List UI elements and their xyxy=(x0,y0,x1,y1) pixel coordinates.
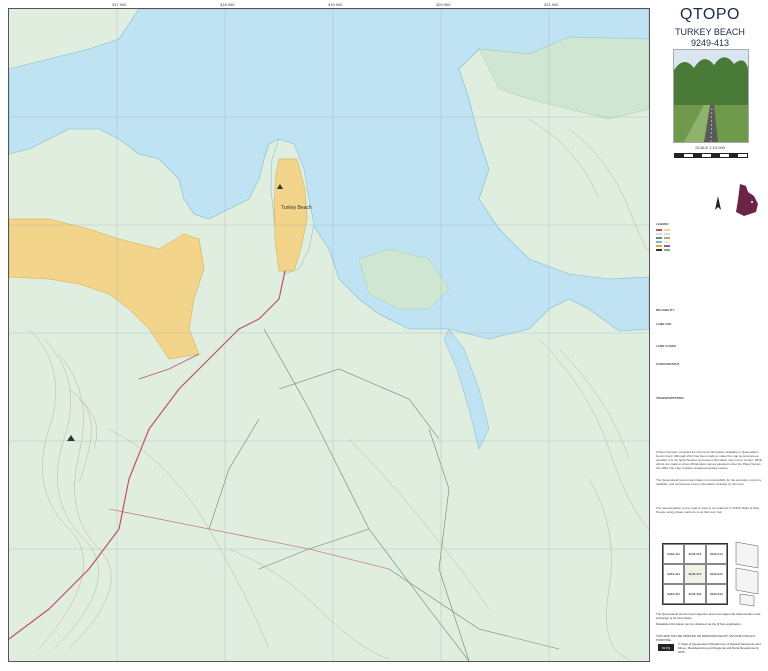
brand-title: QTOPO xyxy=(680,6,740,23)
legend-items xyxy=(656,228,764,252)
sheet-name: TURKEY BEACH xyxy=(675,27,745,37)
sheet-cell[interactable]: 9249-412 xyxy=(684,544,706,564)
grid-label-top: 321 000 xyxy=(544,2,559,7)
sheet-cell[interactable]: 9249-431 xyxy=(663,584,685,604)
cover-photo xyxy=(673,49,749,143)
scale-text: SCALE 1:10,000 xyxy=(695,145,725,150)
hydrography-heading: HYDROGRAPHY xyxy=(656,362,680,366)
sheet-cell[interactable]: 9249-432 xyxy=(684,584,706,604)
fold-diagram-icon xyxy=(732,538,762,608)
cc-license-badge: cc by xyxy=(658,644,674,651)
grid-label-top: 320 000 xyxy=(436,2,451,7)
adjoining-sheets-diagram: 9249-411 9249-412 9249-414 9249-421 9249… xyxy=(662,543,728,605)
print-note: THIS MAP MAY BE PRINTED OR REPRODUCED BY… xyxy=(656,634,756,642)
scale-bar xyxy=(674,153,748,158)
sheet-cell[interactable]: 9249-421 xyxy=(663,564,685,584)
map-info-panel: QTOPO TURKEY BEACH 9249-413 SCALE 1:10,0… xyxy=(652,0,768,671)
disclaimer-text-2: The Queensland Government takes no respo… xyxy=(656,478,762,486)
north-arrow-icon xyxy=(708,196,728,212)
place-label: Turkey Beach xyxy=(281,205,312,211)
disclaimer-text-3: The representation of any road or track … xyxy=(656,506,760,514)
location-inset-map xyxy=(734,182,760,218)
transport-heading: TRANSPORTATION xyxy=(656,396,684,400)
legend-heading: LEGEND xyxy=(656,222,669,226)
grid-label-top: 318 000 xyxy=(220,2,235,7)
reliability-heading: RELIABILITY xyxy=(656,308,675,312)
topographic-map[interactable]: Turkey Beach xyxy=(8,8,650,662)
sheet-number: 9249-413 xyxy=(690,38,730,48)
land-cover-heading: LAND COVER xyxy=(656,344,676,348)
map-canvas[interactable]: Turkey Beach xyxy=(9,9,649,661)
grid-label-top: 319 000 xyxy=(328,2,343,7)
disclaimer-text: QTopo has been compiled from the best in… xyxy=(656,450,763,470)
sheet-cell-current[interactable]: 9249-413 xyxy=(684,564,706,584)
sheet-cell[interactable]: 9249-423 xyxy=(705,564,727,584)
sheet-cell[interactable]: 9249-411 xyxy=(663,544,685,564)
copyright-text: © State of Queensland (Department of Nat… xyxy=(678,642,761,654)
sheet-cell[interactable]: 9249-414 xyxy=(705,544,727,564)
sheet-cell[interactable]: 9249-434 xyxy=(705,584,727,604)
support-text: The Queensland Government supports and e… xyxy=(656,612,761,620)
land-use-heading: LAND USE xyxy=(656,322,672,326)
metadata-text: Metadata information can be obtained via… xyxy=(656,622,742,626)
grid-label-top: 317 000 xyxy=(112,2,127,7)
